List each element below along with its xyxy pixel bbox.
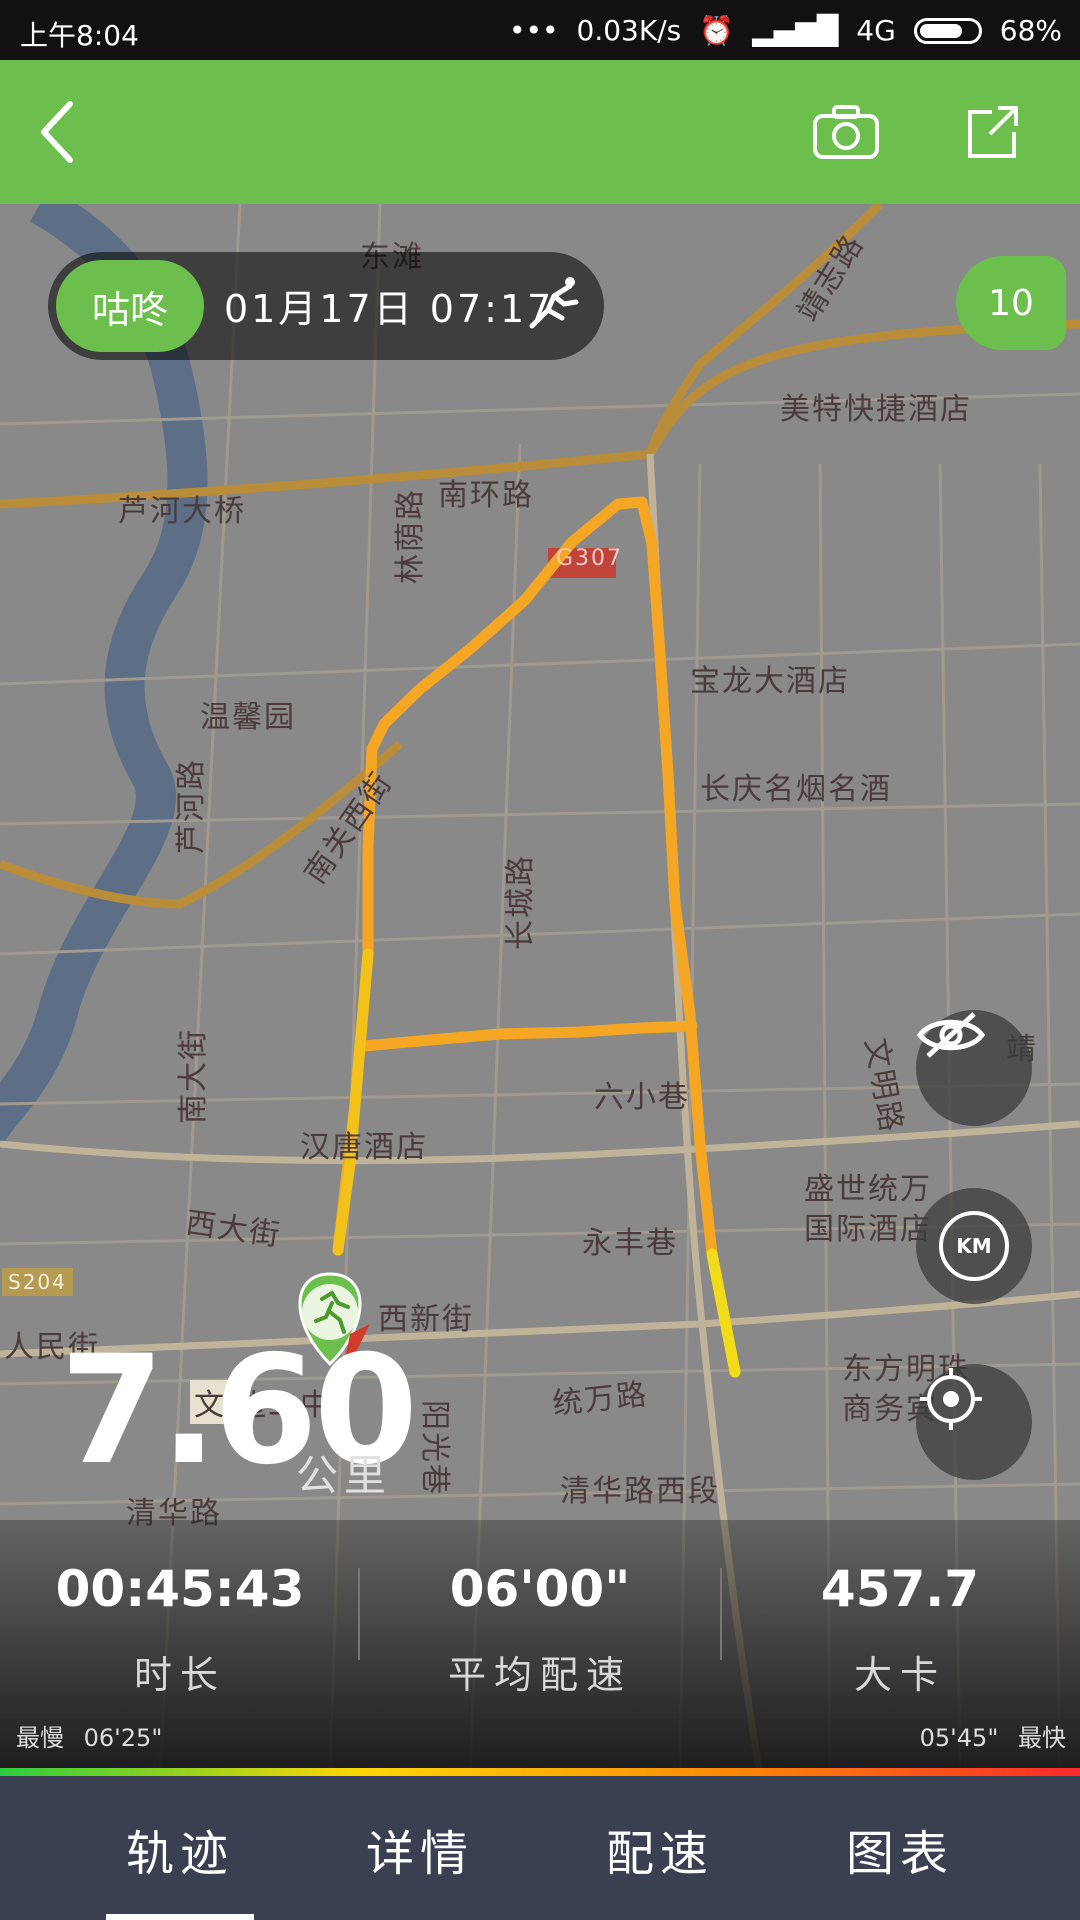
km-icon: KM: [939, 1211, 1009, 1281]
map-label: 林荫路: [393, 488, 428, 584]
map-label: 永丰巷: [582, 1226, 678, 1261]
network-type: 4G: [856, 14, 896, 47]
stat-calories: 457.7 大卡: [720, 1560, 1080, 1699]
status-bar: 上午8:04 ••• 0.03K/s ⏰ ▂▄▆█ 4G 68%: [0, 0, 1080, 60]
bottom-tab-bar: 轨迹 详情 配速 图表: [0, 1776, 1080, 1920]
stat-label: 大卡: [853, 1653, 946, 1697]
map-label: 南环路: [438, 478, 534, 513]
pace-slowest-value: 06'25": [83, 1724, 163, 1752]
map-label: S204: [2, 1268, 73, 1296]
pace-slowest: 最慢 06'25": [16, 1718, 162, 1753]
map-label: 盛世统万: [804, 1172, 932, 1207]
stat-value: 457.7: [820, 1560, 980, 1618]
signal-icon: ▂▄▆█: [752, 14, 839, 47]
stat-value: 06'00": [449, 1560, 631, 1618]
brand-label: 咕咚: [56, 260, 204, 352]
battery-icon: [913, 17, 982, 44]
pace-fastest: 05'45" 最快: [920, 1718, 1066, 1753]
map-label: 六小巷: [594, 1080, 690, 1115]
map-label: 阳光巷: [417, 1400, 452, 1496]
stat-avg-pace: 06'00" 平均配速: [360, 1560, 720, 1699]
camera-icon[interactable]: [808, 94, 884, 170]
pace-gradient-bar: [0, 1768, 1080, 1776]
map-label: 南大街: [176, 1028, 211, 1124]
tab-pace[interactable]: 配速: [540, 1814, 780, 1884]
map-label: 汉唐酒店: [300, 1130, 428, 1165]
tab-charts[interactable]: 图表: [780, 1814, 1020, 1884]
battery-percent: 68%: [999, 14, 1062, 47]
map-label: 芦河路: [174, 758, 209, 854]
active-tab-indicator: [106, 1914, 254, 1920]
km-marker-button[interactable]: KM: [916, 1188, 1032, 1304]
tab-details[interactable]: 详情: [300, 1814, 540, 1884]
map-label: 芦河大桥: [118, 494, 246, 529]
share-icon[interactable]: [954, 94, 1030, 170]
session-pill: 咕咚 01月17日 07:17: [48, 252, 604, 360]
back-arrow-icon[interactable]: [20, 94, 96, 170]
crosshair-icon: [920, 1368, 982, 1430]
locate-button[interactable]: [916, 1364, 1032, 1480]
pace-slowest-label: 最慢: [16, 1724, 64, 1752]
map-label: 美特快捷酒店: [780, 392, 972, 427]
map-label: G307: [556, 546, 624, 571]
stat-label: 平均配速: [447, 1653, 632, 1697]
stat-label: 时长: [133, 1653, 226, 1697]
map-label: 长庆名烟名酒: [700, 772, 892, 807]
map-label: 温馨园: [200, 700, 296, 735]
tab-track[interactable]: 轨迹: [60, 1814, 300, 1884]
net-speed: 0.03K/s: [576, 14, 682, 47]
distance-unit: 公里: [296, 1451, 393, 1500]
status-right: ••• 0.03K/s ⏰ ▂▄▆█ 4G 68%: [509, 14, 1062, 47]
stat-value: 00:45:43: [55, 1560, 305, 1618]
stat-duration: 00:45:43 时长: [0, 1560, 360, 1699]
eye-off-icon: [916, 1012, 986, 1058]
pace-fastest-value: 05'45": [919, 1724, 999, 1752]
session-datetime: 01月17日 07:17: [224, 287, 555, 331]
status-time: 上午8:04: [20, 19, 139, 52]
pace-fastest-label: 最快: [1018, 1724, 1066, 1752]
map-label: 清华路西段: [560, 1474, 720, 1509]
map-label: 宝龙大酒店: [690, 664, 850, 699]
lap-badge[interactable]: 10: [956, 256, 1066, 350]
map-label: 长城路: [503, 854, 538, 950]
top-bar: [0, 60, 1080, 204]
more-dots-icon: •••: [508, 14, 559, 47]
map-label: 国际酒店: [804, 1212, 932, 1247]
hide-eye-button[interactable]: [916, 1010, 1032, 1126]
alarm-icon: ⏰: [699, 14, 735, 47]
